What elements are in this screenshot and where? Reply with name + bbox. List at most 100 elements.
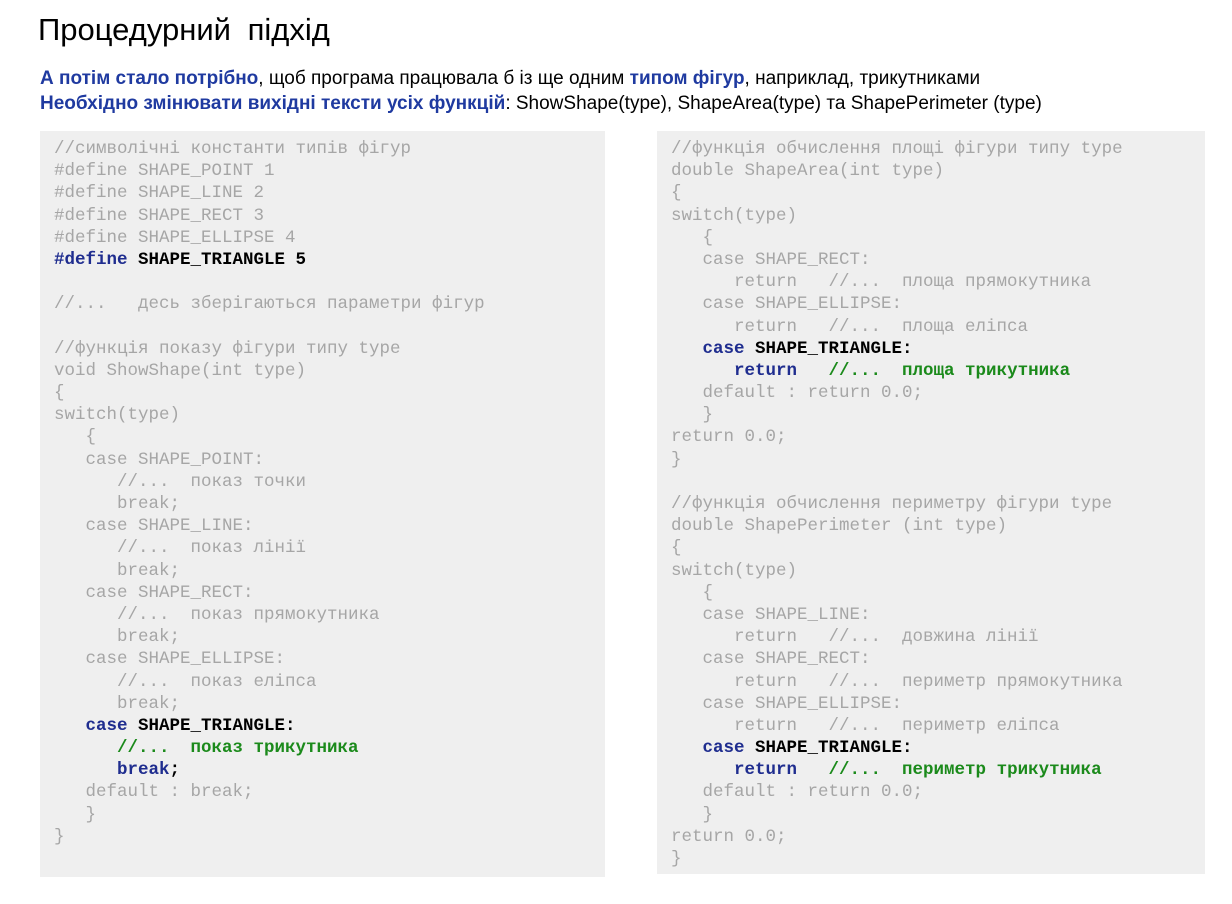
- code-line: double ShapeArea(int type): [671, 160, 1123, 182]
- code-token: break;: [54, 693, 181, 714]
- code-line: #define SHAPE_LINE 2: [54, 182, 485, 204]
- code-line: //функція показу фігури типу type: [54, 338, 485, 360]
- code-token: #define: [54, 249, 139, 270]
- code-line-added: return //... периметр трикутника: [671, 759, 1123, 781]
- code-token: void ShowShape(int type): [54, 360, 307, 381]
- code-token: break: [54, 760, 170, 781]
- code-token: return 0.0;: [671, 826, 787, 847]
- code-panel-left: //символічні константи типів фігур #defin…: [40, 131, 605, 877]
- code-line: }: [671, 449, 1123, 471]
- code-token: //функція обчислення площі фігури типу t…: [671, 139, 1123, 159]
- code-token: break;: [54, 627, 181, 648]
- code-line: }: [671, 404, 1123, 426]
- code-token: //... десь зберігаються параметри фігур: [54, 294, 485, 315]
- code-token: switch(type): [54, 405, 181, 426]
- code-token: #define SHAPE_RECT 3: [54, 205, 265, 226]
- intro-text: А потім стало потрібно, щоб програма пра…: [40, 66, 1042, 116]
- code-token: SHAPE_TRIANGLE:: [138, 715, 296, 736]
- code-token: }: [54, 826, 65, 847]
- code-token: return //... площа еліпса: [671, 316, 1029, 337]
- code-token: //... показ лінії: [54, 538, 307, 559]
- code-line: default : return 0.0;: [671, 382, 1123, 404]
- code-token: return //... периметр еліпса: [671, 715, 1060, 736]
- code-token: {: [54, 427, 97, 448]
- code-token: case: [671, 738, 756, 759]
- code-token: #define SHAPE_POINT 1: [54, 161, 275, 182]
- code-token: SHAPE_TRIANGLE:: [755, 738, 913, 759]
- code-line: case SHAPE_LINE:: [671, 604, 1123, 626]
- code-line-added: case SHAPE_TRIANGLE:: [54, 715, 485, 737]
- code-token: ;: [169, 760, 181, 781]
- code-line: break;: [54, 493, 485, 515]
- code-line: {: [54, 426, 485, 448]
- code-token: //... показ еліпса: [54, 671, 317, 692]
- code-line: default : return 0.0;: [671, 781, 1123, 803]
- code-line: #define SHAPE_ELLIPSE 4: [54, 227, 485, 249]
- code-token: case SHAPE_LINE:: [54, 516, 254, 537]
- code-line: }: [671, 848, 1123, 870]
- code-token: }: [54, 804, 97, 825]
- code-line: double ShapePerimeter (int type): [671, 515, 1123, 537]
- code-token: //функція показу фігури типу type: [54, 338, 401, 359]
- code-line-added: //... показ трикутника: [54, 737, 485, 759]
- code-block-area-perimeter: //функція обчислення площі фігури типу t…: [671, 138, 1123, 870]
- code-line: //... показ еліпса: [54, 671, 485, 693]
- code-token: case: [671, 338, 756, 359]
- code-line: //... показ прямокутника: [54, 604, 485, 626]
- code-line: break;: [54, 626, 485, 648]
- code-token: {: [671, 538, 682, 559]
- code-line: switch(type): [671, 205, 1123, 227]
- intro-line-1: А потім стало потрібно, щоб програма пра…: [40, 66, 1042, 91]
- code-line: case SHAPE_ELLIPSE:: [54, 648, 485, 670]
- intro-text-run: : ShowShape(type), ShapeArea(type) та Sh…: [505, 93, 1042, 114]
- code-line: case SHAPE_ELLIPSE:: [671, 693, 1123, 715]
- code-line: {: [671, 182, 1123, 204]
- code-line: //... десь зберігаються параметри фігур: [54, 293, 485, 315]
- code-line: case SHAPE_RECT:: [671, 249, 1123, 271]
- code-line-added: break;: [54, 759, 485, 781]
- code-token: }: [671, 405, 714, 426]
- code-token: default : return 0.0;: [671, 782, 924, 803]
- code-token: {: [54, 383, 65, 404]
- code-line: case SHAPE_LINE:: [54, 515, 485, 537]
- code-line: }: [54, 804, 485, 826]
- code-line: //... показ точки: [54, 471, 485, 493]
- code-token: //... показ точки: [54, 471, 307, 492]
- intro-text-run: , щоб програма працювала б із ще одним: [258, 68, 630, 89]
- code-token: //... показ трикутника: [54, 738, 359, 759]
- code-line: break;: [54, 693, 485, 715]
- code-line: return //... периметр еліпса: [671, 715, 1123, 737]
- code-line: switch(type): [54, 404, 485, 426]
- code-token: //функція обчислення периметру фігури ty…: [671, 494, 1113, 514]
- code-token: case SHAPE_ELLIPSE:: [671, 294, 903, 315]
- code-line: case SHAPE_RECT:: [671, 648, 1123, 670]
- code-line: {: [54, 382, 485, 404]
- code-line: {: [671, 537, 1123, 559]
- code-line: //функція обчислення периметру фігури ty…: [671, 493, 1123, 515]
- code-token: case SHAPE_POINT:: [54, 449, 265, 470]
- code-token: //... показ прямокутника: [54, 604, 380, 625]
- code-token: case SHAPE_RECT:: [54, 582, 254, 603]
- code-line: return 0.0;: [671, 826, 1123, 848]
- code-token: double ShapePerimeter (int type): [671, 516, 1008, 537]
- code-token: return //... периметр прямокутника: [671, 671, 1123, 692]
- intro-text-run: , наприклад, трикутниками: [744, 68, 981, 89]
- code-line: switch(type): [671, 560, 1123, 582]
- code-token: return //... площа прямокутника: [671, 272, 1092, 293]
- code-line: break;: [54, 560, 485, 582]
- code-token: }: [671, 849, 682, 869]
- code-token: default : return 0.0;: [671, 383, 924, 404]
- code-line: #define SHAPE_RECT 3: [54, 205, 485, 227]
- code-token: switch(type): [671, 560, 798, 581]
- code-line: {: [671, 227, 1123, 249]
- code-token: break;: [54, 560, 181, 581]
- code-token: return: [671, 360, 798, 381]
- code-token: //... площа трикутника: [797, 360, 1071, 381]
- intro-highlight: А потім стало потрібно: [40, 68, 259, 89]
- code-token: }: [671, 804, 714, 825]
- code-token: return //... довжина лінії: [671, 627, 1039, 648]
- code-token: case SHAPE_ELLIPSE:: [671, 693, 903, 714]
- intro-line-2: Необхідно змінювати вихідні тексти усіх …: [40, 91, 1042, 116]
- code-line: //символічні константи типів фігур: [54, 138, 485, 160]
